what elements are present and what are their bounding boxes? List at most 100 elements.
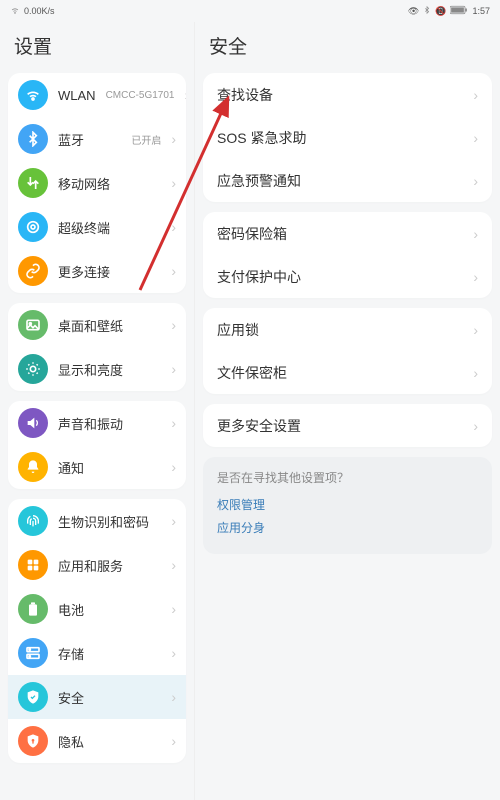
security-item-label: 支付保护中心 bbox=[217, 267, 463, 287]
mute-icon: 📵 bbox=[435, 6, 446, 17]
sidebar-title: 设置 bbox=[8, 22, 186, 73]
sidebar-item-more-connections[interactable]: 更多连接› bbox=[8, 249, 186, 293]
brightness-icon bbox=[18, 354, 48, 384]
sidebar-item-label: 移动网络 bbox=[58, 174, 161, 193]
sidebar-item-super-device[interactable]: 超级终端› bbox=[8, 205, 186, 249]
sidebar-item-value: CMCC-5G1701 bbox=[106, 90, 175, 101]
security-item-find-device[interactable]: 查找设备 › bbox=[203, 73, 492, 116]
settings-sidebar: 设置 WLANCMCC-5G1701›蓝牙已开启›移动网络›超级终端›更多连接›… bbox=[0, 22, 195, 800]
battery-status-icon bbox=[450, 5, 468, 17]
sidebar-group: 生物识别和密码›应用和服务›电池›存储›安全›隐私› bbox=[8, 499, 186, 763]
sidebar-item-label: 安全 bbox=[58, 688, 161, 707]
security-group: 更多安全设置 › bbox=[203, 404, 492, 447]
tip-link[interactable]: 权限管理 bbox=[217, 496, 478, 513]
chevron-right-icon: › bbox=[171, 733, 176, 749]
security-group: 查找设备 › SOS 紧急求助 › 应急预警通知 › bbox=[203, 73, 492, 202]
sidebar-item-sound[interactable]: 声音和振动 › bbox=[8, 401, 186, 445]
sidebar-group: 桌面和壁纸›显示和亮度› bbox=[8, 303, 186, 391]
chevron-right-icon: › bbox=[171, 689, 176, 705]
security-item-label: 查找设备 bbox=[217, 85, 463, 105]
volume-icon bbox=[18, 408, 48, 438]
security-panel: 安全 查找设备›SOS 紧急求助›应急预警通知›密码保险箱›支付保护中心›应用锁… bbox=[195, 22, 500, 800]
sidebar-item-label: 存储 bbox=[58, 644, 161, 663]
security-item-label: 应急预警通知 bbox=[217, 171, 463, 191]
sidebar-item-biometric[interactable]: 生物识别和密码 › bbox=[8, 499, 186, 543]
sidebar-item-label: WLAN bbox=[58, 88, 96, 103]
sidebar-item-label: 蓝牙 bbox=[58, 130, 121, 149]
sidebar-item-label: 通知 bbox=[58, 458, 161, 477]
chevron-right-icon: › bbox=[171, 175, 176, 191]
chevron-right-icon: › bbox=[473, 322, 478, 338]
tip-link[interactable]: 应用分身 bbox=[217, 519, 478, 536]
sidebar-item-security[interactable]: 安全 › bbox=[8, 675, 186, 719]
security-item-more-security[interactable]: 更多安全设置 › bbox=[203, 404, 492, 447]
chevron-right-icon: › bbox=[171, 459, 176, 475]
swap-icon bbox=[18, 168, 48, 198]
chevron-right-icon: › bbox=[473, 87, 478, 103]
security-item-password-vault[interactable]: 密码保险箱 › bbox=[203, 212, 492, 255]
security-item-label: SOS 紧急求助 bbox=[217, 128, 463, 148]
sidebar-item-storage[interactable]: 存储 › bbox=[8, 631, 186, 675]
chevron-right-icon: › bbox=[473, 130, 478, 146]
status-left: 0.00K/s bbox=[10, 5, 55, 17]
chevron-right-icon: › bbox=[473, 365, 478, 381]
chevron-right-icon: › bbox=[473, 173, 478, 189]
sidebar-item-label: 应用和服务 bbox=[58, 556, 161, 575]
privacy-icon bbox=[18, 726, 48, 756]
image-icon bbox=[18, 310, 48, 340]
superdevice-icon bbox=[18, 212, 48, 242]
security-item-label: 更多安全设置 bbox=[217, 416, 463, 436]
sidebar-item-battery[interactable]: 电池› bbox=[8, 587, 186, 631]
shield-icon bbox=[18, 682, 48, 712]
sidebar-item-wlan[interactable]: WLAN CMCC-5G1701 › bbox=[8, 73, 186, 117]
time: 1:57 bbox=[472, 6, 490, 16]
security-item-label: 密码保险箱 bbox=[217, 224, 463, 244]
sidebar-item-apps[interactable]: 应用和服务› bbox=[8, 543, 186, 587]
sidebar-item-mobile-network[interactable]: 移动网络 › bbox=[8, 161, 186, 205]
sidebar-item-wallpaper[interactable]: 桌面和壁纸› bbox=[8, 303, 186, 347]
status-bar: 0.00K/s 👁 📵 1:57 bbox=[0, 0, 500, 22]
sidebar-item-label: 超级终端 bbox=[58, 218, 161, 237]
chevron-right-icon: › bbox=[473, 418, 478, 434]
wifi-status-icon bbox=[10, 5, 20, 17]
chevron-right-icon: › bbox=[171, 513, 176, 529]
panel-title: 安全 bbox=[203, 22, 492, 73]
chevron-right-icon: › bbox=[184, 87, 186, 103]
sidebar-item-display[interactable]: 显示和亮度› bbox=[8, 347, 186, 391]
sidebar-item-label: 桌面和壁纸 bbox=[58, 316, 161, 335]
sidebar-item-label: 电池 bbox=[58, 600, 161, 619]
security-item-emergency-alert[interactable]: 应急预警通知 › bbox=[203, 159, 492, 202]
sidebar-item-bluetooth[interactable]: 蓝牙已开启› bbox=[8, 117, 186, 161]
sidebar-item-label: 生物识别和密码 bbox=[58, 512, 161, 531]
storage-icon bbox=[18, 638, 48, 668]
sidebar-item-notification[interactable]: 通知 › bbox=[8, 445, 186, 489]
chevron-right-icon: › bbox=[473, 226, 478, 242]
security-item-app-lock[interactable]: 应用锁 › bbox=[203, 308, 492, 351]
status-right: 👁 📵 1:57 bbox=[408, 5, 490, 17]
security-item-label: 应用锁 bbox=[217, 320, 463, 340]
security-item-file-safe[interactable]: 文件保密柜 › bbox=[203, 351, 492, 394]
fingerprint-icon bbox=[18, 506, 48, 536]
link-icon bbox=[18, 256, 48, 286]
chevron-right-icon: › bbox=[171, 415, 176, 431]
chevron-right-icon: › bbox=[171, 645, 176, 661]
net-speed: 0.00K/s bbox=[24, 6, 55, 16]
security-item-sos[interactable]: SOS 紧急求助 › bbox=[203, 116, 492, 159]
wifi-icon bbox=[18, 80, 48, 110]
chevron-right-icon: › bbox=[171, 131, 176, 147]
bell-icon bbox=[18, 452, 48, 482]
chevron-right-icon: › bbox=[171, 263, 176, 279]
eye-icon: 👁 bbox=[408, 6, 419, 17]
sidebar-group: 声音和振动 › 通知 › bbox=[8, 401, 186, 489]
security-group: 密码保险箱 › 支付保护中心 › bbox=[203, 212, 492, 298]
apps-icon bbox=[18, 550, 48, 580]
security-item-label: 文件保密柜 bbox=[217, 363, 463, 383]
security-item-payment-protection[interactable]: 支付保护中心 › bbox=[203, 255, 492, 298]
sidebar-item-label: 显示和亮度 bbox=[58, 360, 161, 379]
security-group: 应用锁 › 文件保密柜 › bbox=[203, 308, 492, 394]
bluetooth-icon bbox=[18, 124, 48, 154]
sidebar-item-privacy[interactable]: 隐私› bbox=[8, 719, 186, 763]
sidebar-item-label: 声音和振动 bbox=[58, 414, 161, 433]
chevron-right-icon: › bbox=[473, 269, 478, 285]
tip-title: 是否在寻找其他设置项？ bbox=[217, 469, 478, 486]
